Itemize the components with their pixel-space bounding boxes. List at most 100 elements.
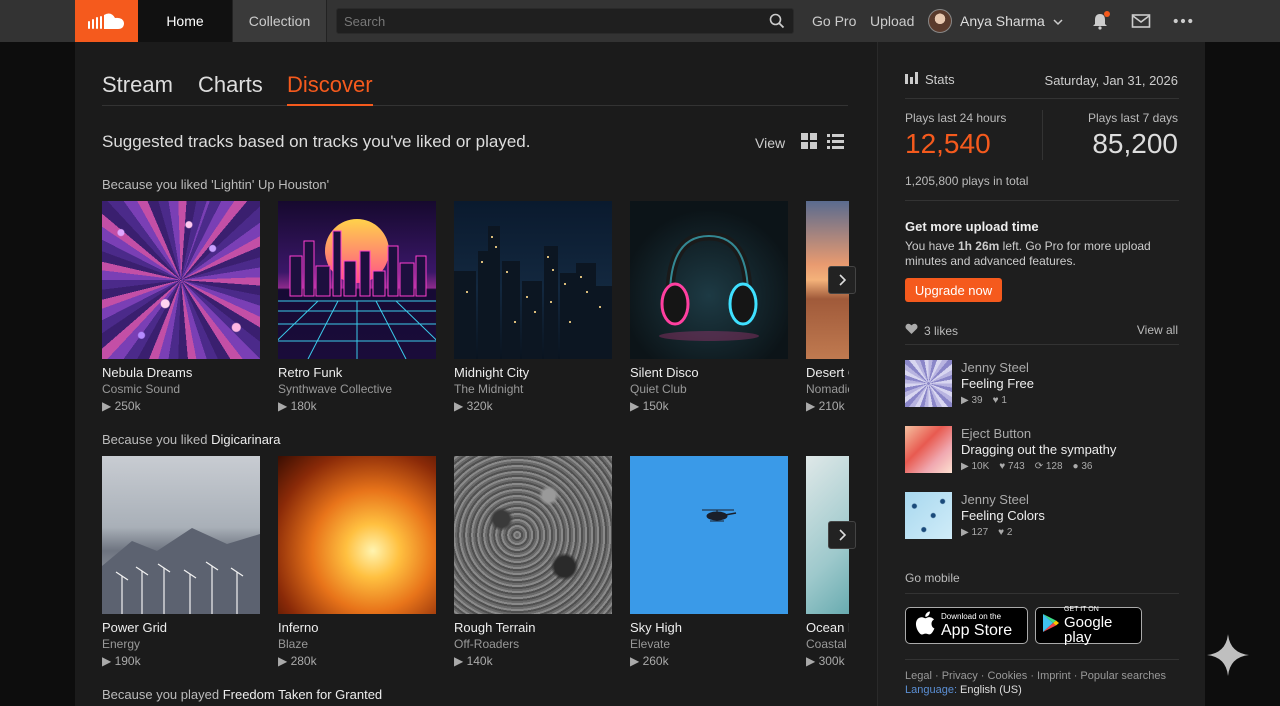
play-count: 140k <box>466 654 493 668</box>
track-title[interactable]: Power Grid <box>102 620 260 635</box>
tab-charts[interactable]: Charts <box>198 72 263 106</box>
plays-stat: ▶ 39 <box>961 395 983 406</box>
track-plays: ▶ 190k <box>102 654 260 668</box>
more-options-icon[interactable] <box>1173 11 1193 31</box>
track-artist[interactable]: Cosmic Sound <box>102 382 260 396</box>
nav-tab-collection[interactable]: Collection <box>232 0 327 42</box>
track-card[interactable]: Sky High Elevate ▶ 260k <box>630 456 788 668</box>
notifications-bell-icon[interactable] <box>1090 11 1110 31</box>
track-artist[interactable]: Quiet Club <box>630 382 788 396</box>
play-count: 320k <box>466 399 493 413</box>
liked-track-artist[interactable]: Eject Button <box>961 426 1031 441</box>
liked-track[interactable]: Jenny Steel Feeling Colors ▶ 127 ♥ 2 <box>905 492 1179 540</box>
section-reference[interactable]: 'Lightin' Up Houston' <box>211 177 329 192</box>
track-card[interactable]: Desert C Nomadic ▶ 210k <box>806 201 849 413</box>
liked-track-thumbnail[interactable] <box>905 360 952 407</box>
track-title[interactable]: Midnight City <box>454 365 612 380</box>
user-menu[interactable]: Anya Sharma <box>928 8 1063 34</box>
track-artist[interactable]: Elevate <box>630 637 788 651</box>
track-card[interactable]: Inferno Blaze ▶ 280k <box>278 456 436 668</box>
track-artwork-rough-terrain[interactable] <box>454 456 612 614</box>
track-card[interactable]: Power Grid Energy ▶ 190k <box>102 456 260 668</box>
stats-date: Saturday, Jan 31, 2026 <box>1044 73 1178 88</box>
liked-track-title[interactable]: Dragging out the sympathy <box>961 442 1116 457</box>
plays-24h-label: Plays last 24 hours <box>905 111 1007 125</box>
play-icon: ▶ <box>961 461 969 472</box>
username: Anya Sharma <box>960 13 1045 29</box>
footer-links[interactable]: Legal · Privacy · Cookies · Imprint · Po… <box>905 669 1166 683</box>
track-artwork-silent-disco[interactable] <box>630 201 788 359</box>
track-card[interactable]: Nebula Dreams Cosmic Sound ▶ 250k <box>102 201 260 413</box>
liked-track-artist[interactable]: Jenny Steel <box>961 360 1029 375</box>
plays-total: 1,205,800 plays in total <box>905 174 1029 188</box>
track-artist[interactable]: Off-Roaders <box>454 637 612 651</box>
upload-time-left: 1h 26m <box>957 239 1000 253</box>
track-artist[interactable]: Coastal <box>806 637 849 651</box>
row-2-next-button[interactable] <box>828 521 856 549</box>
track-plays: ▶ 140k <box>454 654 612 668</box>
track-card[interactable]: Retro Funk Synthwave Collective ▶ 180k <box>278 201 436 413</box>
liked-track[interactable]: Eject Button Dragging out the sympathy ▶… <box>905 426 1179 474</box>
section-reference[interactable]: Freedom Taken for Granted <box>223 687 382 702</box>
soundcloud-logo-icon[interactable] <box>75 0 138 42</box>
repost-icon: ⟳ <box>1034 461 1044 472</box>
nav-tab-home[interactable]: Home <box>138 0 232 42</box>
upload-link[interactable]: Upload <box>870 0 914 42</box>
track-artist[interactable]: The Midnight <box>454 382 612 396</box>
track-artwork-nebula-dreams[interactable] <box>102 201 260 359</box>
grid-view-icon[interactable] <box>801 133 818 152</box>
play-count-icon: ▶ <box>806 654 816 668</box>
upgrade-now-button[interactable]: Upgrade now <box>905 278 1002 302</box>
liked-track-artist[interactable]: Jenny Steel <box>961 492 1029 507</box>
play-count-icon: ▶ <box>102 654 112 668</box>
track-artwork-inferno[interactable] <box>278 456 436 614</box>
track-artwork-power-grid[interactable] <box>102 456 260 614</box>
track-artist[interactable]: Synthwave Collective <box>278 382 436 396</box>
track-artwork-midnight-city[interactable] <box>454 201 612 359</box>
search-input[interactable] <box>337 9 757 33</box>
track-plays: ▶ 280k <box>278 654 436 668</box>
play-count: 210k <box>818 399 845 413</box>
plays-stat: ▶ 127 <box>961 527 989 538</box>
messages-envelope-icon[interactable] <box>1131 11 1151 31</box>
view-all-link[interactable]: View all <box>1137 323 1178 337</box>
track-card[interactable]: Ocean D Coastal ▶ 300k <box>806 456 849 668</box>
track-title[interactable]: Sky High <box>630 620 788 635</box>
liked-track-title[interactable]: Feeling Colors <box>961 508 1045 523</box>
track-title[interactable]: Rough Terrain <box>454 620 612 635</box>
track-title[interactable]: Silent Disco <box>630 365 788 380</box>
track-card[interactable]: Midnight City The Midnight ▶ 320k <box>454 201 612 413</box>
liked-track[interactable]: Jenny Steel Feeling Free ▶ 39 ♥ 1 <box>905 360 1179 408</box>
track-title[interactable]: Nebula Dreams <box>102 365 260 380</box>
track-plays: ▶ 210k <box>806 399 849 413</box>
list-view-icon[interactable] <box>827 133 845 152</box>
track-artwork-retro-funk[interactable] <box>278 201 436 359</box>
google-play-badge[interactable]: GET IT ON Google play <box>1035 606 1142 645</box>
liked-track-thumbnail[interactable] <box>905 426 952 473</box>
track-artwork-sky-high[interactable] <box>630 456 788 614</box>
track-title[interactable]: Inferno <box>278 620 436 635</box>
app-store-badge[interactable]: Download on the App Store <box>905 607 1028 644</box>
language-value[interactable]: English (US) <box>957 684 1022 696</box>
tab-discover[interactable]: Discover <box>287 72 373 106</box>
track-card[interactable]: Rough Terrain Off-Roaders ▶ 140k <box>454 456 612 668</box>
upload-text: You have 1h 26m left. Go Pro for more up… <box>905 239 1151 268</box>
go-mobile-label: Go mobile <box>905 571 960 585</box>
track-artist[interactable]: Nomadic <box>806 382 849 396</box>
row-1-next-button[interactable] <box>828 266 856 294</box>
track-artist[interactable]: Blaze <box>278 637 436 651</box>
section-reference[interactable]: Digicarinara <box>211 432 280 447</box>
track-title[interactable]: Ocean D <box>806 620 849 635</box>
liked-track-thumbnail[interactable] <box>905 492 952 539</box>
tab-stream[interactable]: Stream <box>102 72 173 106</box>
go-pro-link[interactable]: Go Pro <box>812 0 856 42</box>
track-card[interactable]: Silent Disco Quiet Club ▶ 150k <box>630 201 788 413</box>
play-count: 150k <box>642 399 669 413</box>
liked-track-title[interactable]: Feeling Free <box>961 376 1034 391</box>
google-play-icon <box>1042 613 1060 638</box>
track-title[interactable]: Desert C <box>806 365 849 380</box>
track-title[interactable]: Retro Funk <box>278 365 436 380</box>
language-label[interactable]: Language: <box>905 684 957 696</box>
search-icon[interactable] <box>769 13 785 34</box>
track-artist[interactable]: Energy <box>102 637 260 651</box>
